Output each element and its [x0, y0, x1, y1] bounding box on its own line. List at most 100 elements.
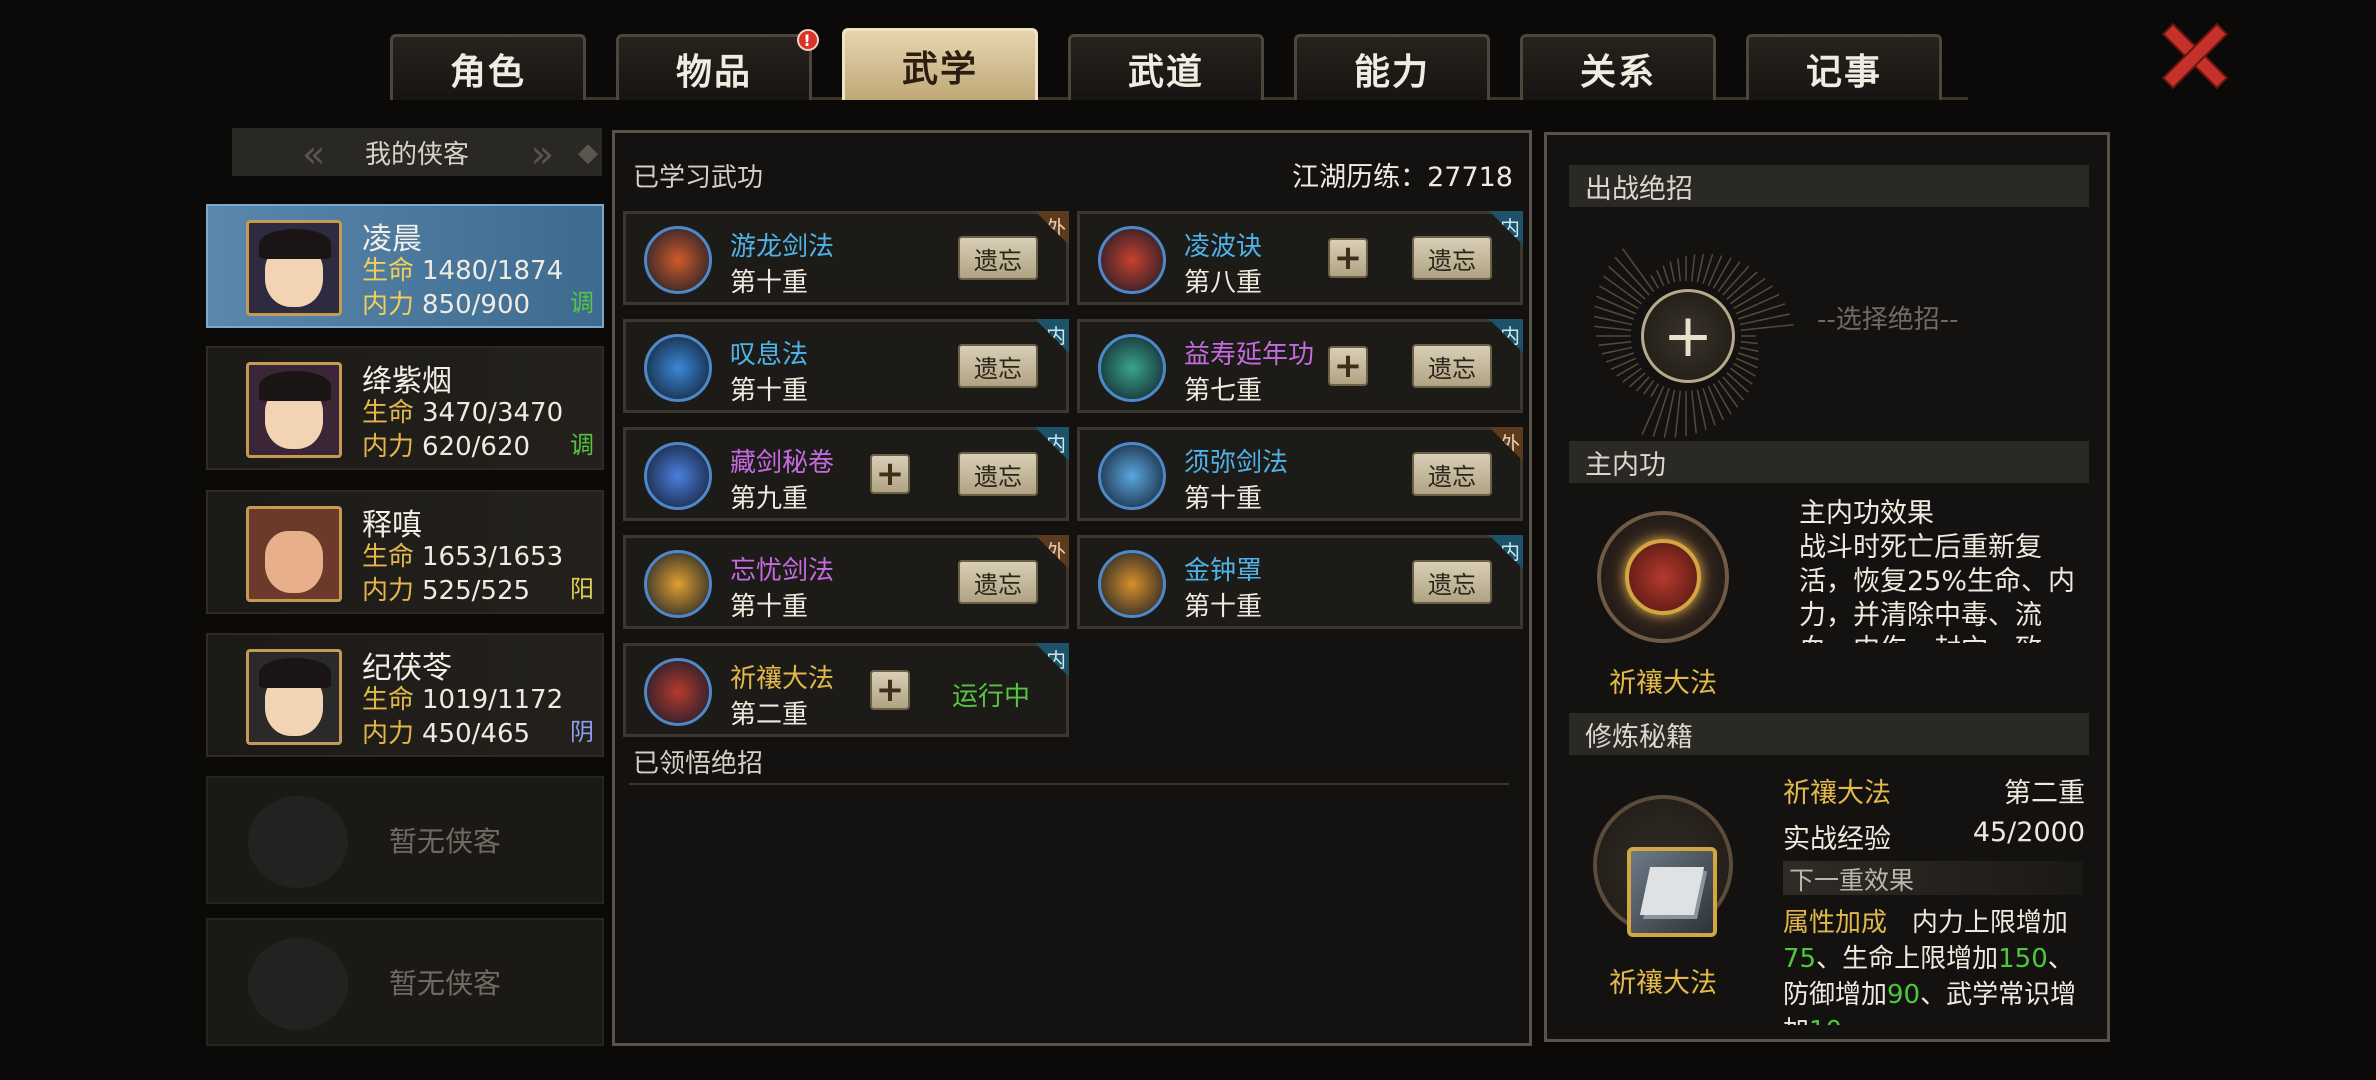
skill-card[interactable]: 游龙剑法 第十重 遗忘外 [623, 211, 1069, 305]
skill-icon [644, 658, 712, 726]
skill-icon [644, 334, 712, 402]
skill-level: 第八重 [1184, 268, 1263, 298]
tab-0[interactable]: 角色 [390, 34, 586, 100]
skill-type-badge: 内 [1489, 211, 1523, 245]
skill-card[interactable]: 叹息法 第十重 遗忘内 [623, 319, 1069, 413]
avatar [246, 220, 342, 316]
forget-button[interactable]: 遗忘 [1412, 452, 1492, 496]
hp-label: 生命 [362, 256, 415, 286]
hero-tag: 阳 [570, 575, 594, 603]
book-icon[interactable] [1627, 847, 1717, 937]
skill-name: 叹息法 [730, 340, 809, 370]
mp-value: 450/465 [422, 719, 531, 749]
skill-level: 第七重 [1184, 376, 1263, 406]
attr-text-1: 内力上限增加 [1911, 908, 2068, 938]
empty-avatar [248, 938, 348, 1030]
attr-value-3: 90 [1887, 980, 1921, 1010]
forget-button[interactable]: 遗忘 [1412, 560, 1492, 604]
empty-slot-label: 暂无侠客 [388, 967, 501, 1000]
mp-value: 620/620 [422, 432, 531, 462]
skill-icon [644, 442, 712, 510]
jianghu-experience: 江湖历练：27718 [1292, 162, 1513, 193]
hero-card[interactable]: 凌晨 生命 1480/1874 内力 850/900 调 [206, 204, 604, 328]
upgrade-plus-button[interactable]: + [1328, 346, 1368, 386]
skill-type-badge: 内 [1035, 319, 1069, 353]
forget-button[interactable]: 遗忘 [958, 560, 1038, 604]
close-icon[interactable] [2158, 18, 2232, 92]
divider [629, 783, 1509, 785]
mp-value: 850/900 [422, 290, 531, 320]
tab-label: 能力 [1353, 51, 1430, 93]
hp-label: 生命 [362, 542, 415, 572]
hp-value: 1480/1874 [422, 256, 564, 286]
skill-card[interactable]: 祈禳大法 第二重 + 运行中内 [623, 643, 1069, 737]
tab-label: 武学 [901, 48, 978, 90]
skill-card[interactable]: 金钟罩 第十重 遗忘内 [1077, 535, 1523, 629]
notification-badge: ! [797, 29, 819, 51]
avatar [246, 649, 342, 745]
book-level: 第二重 [2004, 778, 2085, 809]
my-heroes-header: « 我的侠客 » ◆ [232, 128, 602, 176]
hp-label: 生命 [362, 398, 415, 428]
tab-6[interactable]: 记事 [1746, 34, 1942, 100]
skill-level: 第二重 [730, 700, 809, 730]
skill-level: 第十重 [1184, 484, 1263, 514]
exp-label: 实战经验 [1783, 824, 1891, 855]
empty-hero-slot: 暂无侠客 [206, 776, 604, 904]
mp-label: 内力 [362, 432, 415, 462]
avatar [246, 506, 342, 602]
mp-label: 内力 [362, 719, 415, 749]
skill-icon [1098, 334, 1166, 402]
main-neigong-name: 祈禳大法 [1609, 668, 1717, 699]
main-neigong-emblem[interactable] [1597, 511, 1729, 643]
exp-value: 45/2000 [1972, 817, 2085, 848]
hero-tag: 调 [570, 289, 594, 317]
upgrade-plus-button[interactable]: + [870, 670, 910, 710]
main-neigong-title: 主内功 [1569, 441, 2089, 483]
skill-card[interactable]: 须弥剑法 第十重 遗忘外 [1077, 427, 1523, 521]
empty-avatar [248, 796, 348, 888]
skill-name: 益寿延年功 [1184, 340, 1315, 370]
upgrade-plus-button[interactable]: + [1328, 238, 1368, 278]
hp-value: 1653/1653 [422, 542, 564, 572]
tab-2[interactable]: 武学 [842, 28, 1038, 100]
arrow-right-icon[interactable]: ◆ [578, 138, 598, 168]
hero-card[interactable]: 绛紫烟 生命 3470/3470 内力 620/620 调 [206, 346, 604, 470]
forget-button[interactable]: 遗忘 [1412, 236, 1492, 280]
tab-label: 物品 [675, 51, 752, 93]
forget-button[interactable]: 遗忘 [958, 236, 1038, 280]
forget-button[interactable]: 遗忘 [1412, 344, 1492, 388]
add-ultimate-button[interactable]: + [1641, 289, 1735, 383]
hp-value: 3470/3470 [422, 398, 564, 428]
chevron-right-icon: » [530, 132, 554, 176]
skill-icon [1098, 442, 1166, 510]
hero-card[interactable]: 纪茯苓 生命 1019/1172 内力 450/465 阴 [206, 633, 604, 757]
book-name-caption: 祈禳大法 [1609, 968, 1717, 999]
main-effect-text: 战斗时死亡后重新复活，恢复25%生命、内力，并清除中毒、流血、内伤、封穴、致盲，… [1799, 532, 2076, 643]
my-heroes-title: 我的侠客 [364, 139, 469, 170]
empty-hero-slot: 暂无侠客 [206, 918, 604, 1046]
forget-button[interactable]: 遗忘 [958, 344, 1038, 388]
forget-button[interactable]: 遗忘 [958, 452, 1038, 496]
skill-level: 第十重 [1184, 592, 1263, 622]
skill-card[interactable]: 藏剑秘卷 第九重 + 遗忘内 [623, 427, 1069, 521]
attr-value-1: 75 [1783, 944, 1817, 974]
skill-card[interactable]: 益寿延年功 第七重 + 遗忘内 [1077, 319, 1523, 413]
avatar [246, 362, 342, 458]
skill-card[interactable]: 凌波诀 第八重 + 遗忘内 [1077, 211, 1523, 305]
skill-card[interactable]: 忘忧剑法 第十重 遗忘外 [623, 535, 1069, 629]
upgrade-plus-button[interactable]: + [870, 454, 910, 494]
tab-4[interactable]: 能力 [1294, 34, 1490, 100]
tab-1[interactable]: 物品! [616, 29, 819, 100]
tab-3[interactable]: 武道 [1068, 34, 1264, 100]
ultimate-section-title: 出战绝招 [1569, 165, 2089, 207]
skill-type-badge: 外 [1489, 427, 1523, 461]
tab-5[interactable]: 关系 [1520, 34, 1716, 100]
hero-card[interactable]: 释嗔 生命 1653/1653 内力 525/525 阳 [206, 490, 604, 614]
tab-bar: 角色 物品! 武学 武道 能力 关系 记事 [390, 28, 1968, 100]
hp-label: 生命 [362, 685, 415, 715]
tab-label: 武道 [1127, 51, 1204, 93]
skill-type-badge: 外 [1035, 211, 1069, 245]
empty-slot-label: 暂无侠客 [388, 825, 501, 858]
tab-label: 角色 [449, 51, 526, 93]
